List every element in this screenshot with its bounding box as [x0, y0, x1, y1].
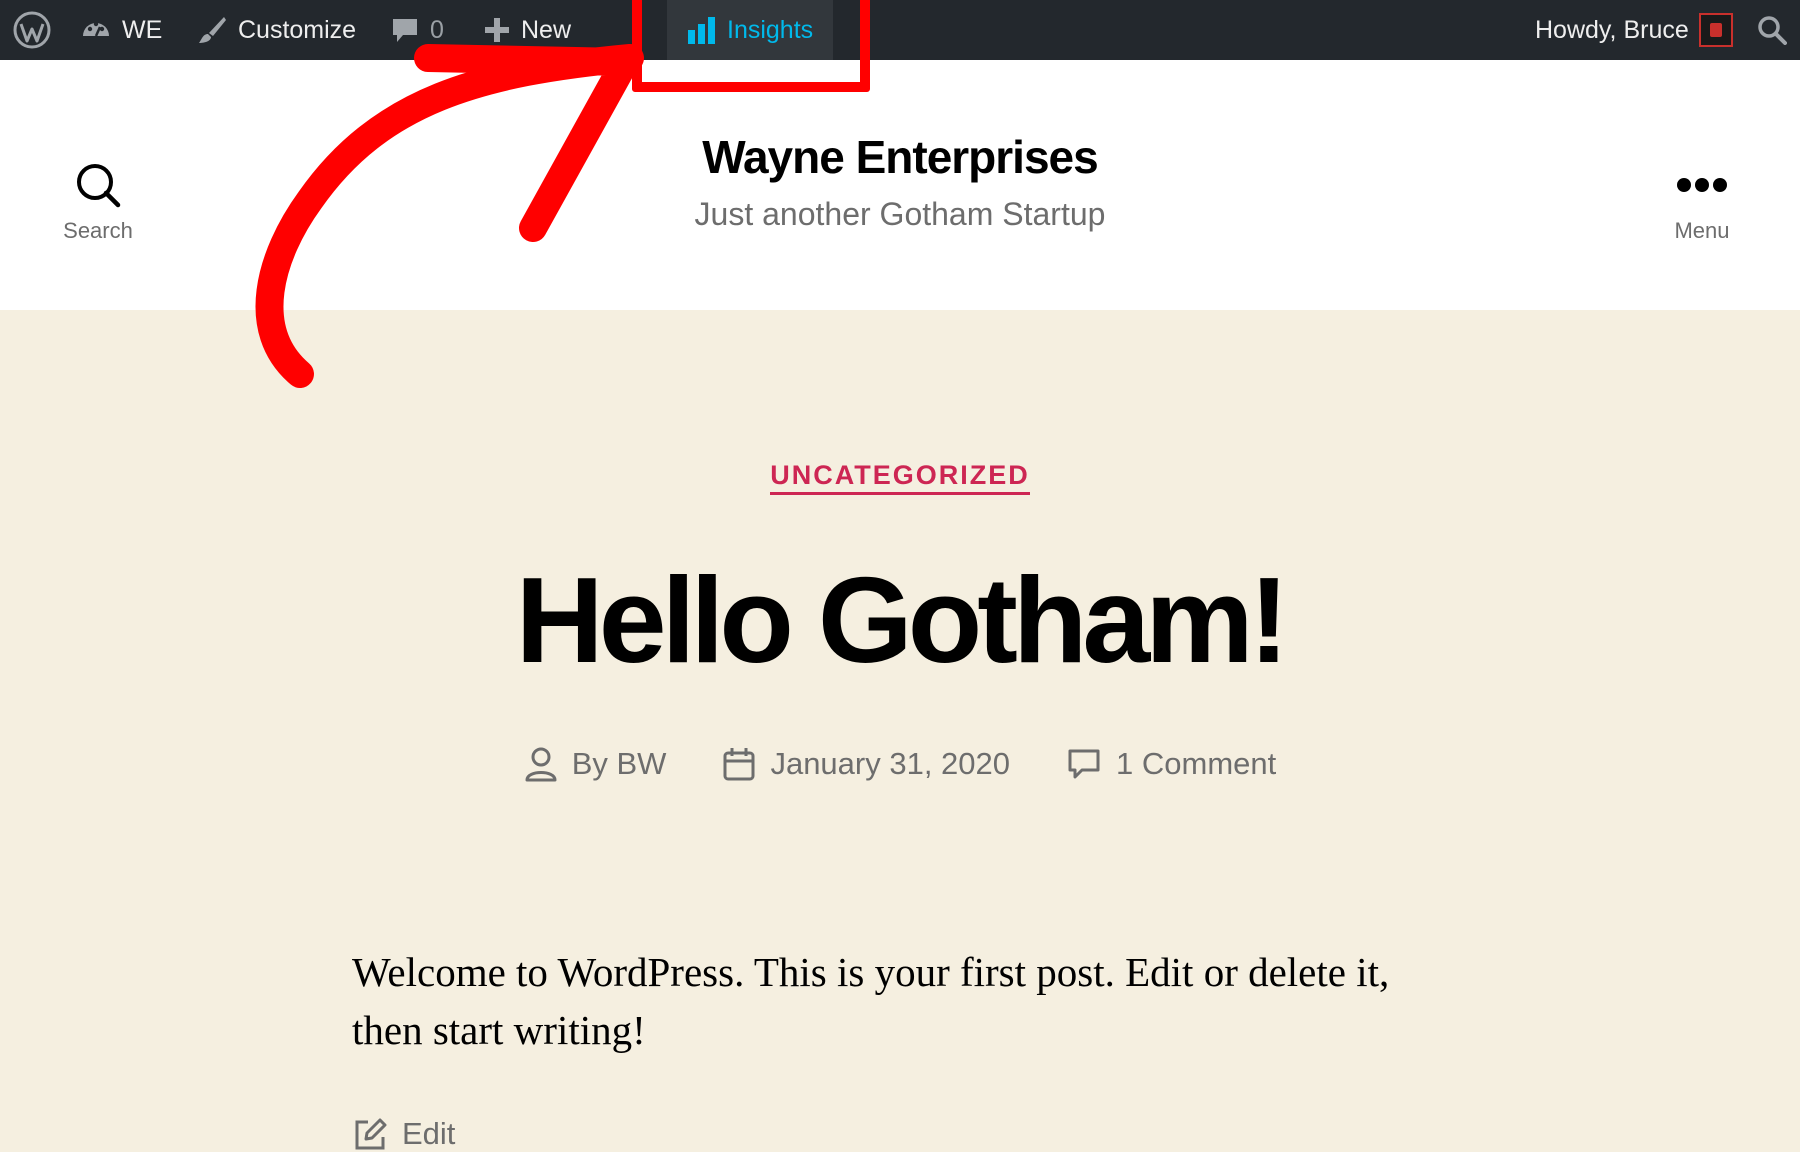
comment-icon: [1068, 749, 1100, 779]
user-icon: [525, 747, 557, 782]
menu-toggle[interactable]: Menu: [1622, 160, 1782, 244]
more-dots-icon: [1677, 178, 1727, 192]
post-date-label: January 31, 2020: [770, 746, 1011, 781]
menu-toggle-label: Menu: [1674, 218, 1730, 243]
post-comments-label: 1 Comment: [1116, 746, 1277, 781]
avatar: [1698, 13, 1733, 47]
post-title[interactable]: Hello Gotham!: [0, 550, 1800, 690]
post-content: Welcome to WordPress. This is your first…: [352, 949, 1390, 1053]
adminbar-search-button[interactable]: [1757, 0, 1787, 60]
edit-label: Edit: [402, 1116, 456, 1151]
edit-post-link[interactable]: Edit: [352, 1116, 455, 1152]
post-meta: By BW January 31, 2020 1 Comment: [0, 746, 1800, 782]
post-category-label: UNCATEGORIZED: [770, 460, 1030, 495]
post-author-label: By BW: [571, 746, 667, 781]
post-author[interactable]: By BW: [524, 746, 667, 782]
my-account-link[interactable]: Howdy, Bruce: [1535, 0, 1733, 60]
search-icon: [1758, 16, 1787, 45]
edit-pencil-icon: [355, 1118, 387, 1150]
greeting-label: Howdy, Bruce: [1535, 15, 1689, 44]
post-comments-link[interactable]: 1 Comment: [1066, 746, 1276, 782]
annotation-arrow: [255, 44, 644, 388]
post-date[interactable]: January 31, 2020: [722, 746, 1010, 782]
calendar-icon: [723, 748, 755, 781]
post-category-link[interactable]: UNCATEGORIZED: [0, 460, 1800, 495]
